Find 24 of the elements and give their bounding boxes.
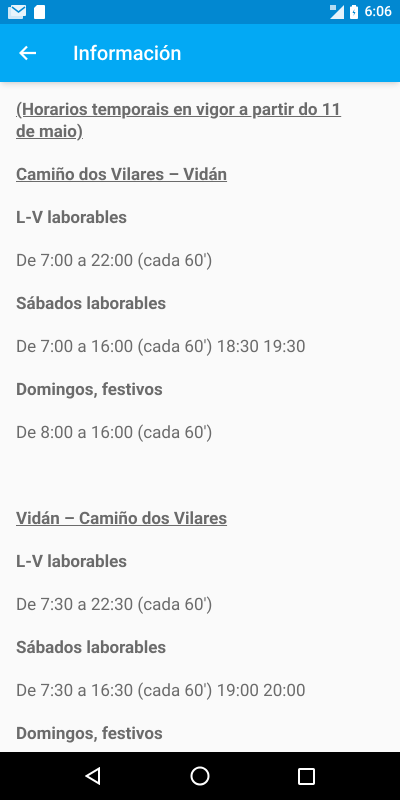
battery-icon [350, 5, 358, 19]
route-heading: Camiño dos Vilares – Vidán [16, 164, 228, 186]
back-triangle-icon [85, 767, 102, 785]
route-heading: Vidán – Camiño dos Vilares [16, 508, 228, 530]
sd-card-icon [34, 5, 45, 19]
notice-text: (Horarios temporais en vigor a partir do 11 de maio) [16, 99, 342, 143]
hours-text: De 7:30 a 22:30 (cada 60') [16, 594, 212, 616]
day-label: Sábados laborables [16, 293, 166, 315]
home-circle-icon [190, 766, 210, 786]
hours-text: De 7:00 a 16:00 (cada 60') 18:30 19:30 [16, 336, 306, 358]
day-label: Domingos, festivos [16, 379, 163, 401]
hours-text: De 7:30 a 16:30 (cada 60') 19:00 20:00 [16, 680, 306, 702]
mail-notification-icon [8, 5, 26, 19]
day-label: Domingos, festivos [16, 723, 163, 745]
app-bar-title: Información [73, 40, 182, 67]
hours-text: De 7:00 a 22:00 (cada 60') [16, 250, 212, 272]
day-label: Sábados laborables [16, 637, 166, 659]
hours-text: De 8:00 a 16:00 (cada 60') [16, 422, 212, 444]
recents-square-icon [298, 768, 316, 784]
signal-icon [330, 5, 344, 19]
back-arrow-icon [19, 45, 37, 61]
day-label: L-V laborables [16, 207, 128, 229]
day-label: L-V laborables [16, 551, 128, 573]
status-time: 6:06 [364, 2, 392, 22]
